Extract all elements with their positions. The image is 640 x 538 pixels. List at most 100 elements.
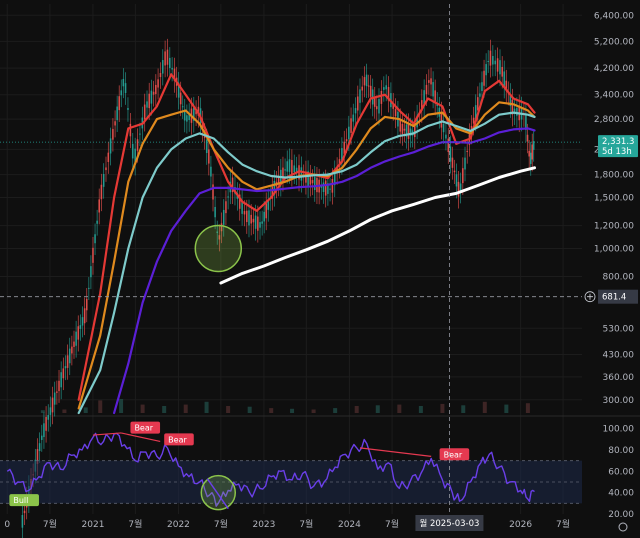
volume-bar (397, 404, 402, 413)
candle-body (21, 514, 24, 528)
candle-body (501, 66, 504, 77)
candle-body (248, 210, 250, 226)
candle-body (245, 210, 248, 223)
candle-body (92, 247, 94, 263)
volume-bar (311, 409, 316, 413)
candle-body (430, 78, 432, 85)
candle-body (309, 175, 312, 185)
y-tick-label: 800.00 (603, 273, 635, 283)
y-tick-label: 4,200.00 (594, 64, 634, 74)
candle-body (49, 407, 52, 415)
candle-body (205, 139, 208, 153)
candle-body (455, 174, 458, 187)
candle-body (526, 134, 529, 142)
candle-body (116, 106, 118, 121)
candle-body (447, 138, 450, 153)
candle-body (481, 82, 483, 92)
candle-body (94, 234, 96, 244)
volume-bar (440, 403, 445, 413)
candle-body (155, 84, 157, 95)
candle-body (62, 368, 65, 379)
candle-body (60, 372, 62, 388)
candle-body (124, 83, 127, 94)
candle-body (365, 74, 368, 87)
candle-body (222, 209, 225, 225)
candle-body (250, 214, 253, 224)
candle-body (118, 96, 121, 111)
candle-body (58, 380, 60, 392)
candle-body (286, 161, 289, 172)
candle-body (329, 188, 331, 190)
candle-body (75, 331, 77, 346)
chart-canvas[interactable]: 6,400.00 5,200.00 4,200.00 3,400.00 2,800.00… (0, 0, 640, 538)
candle-body (442, 123, 445, 133)
candle-body (354, 108, 357, 114)
volume-bar (204, 401, 209, 413)
volume-bar (418, 406, 423, 413)
candle-body (477, 97, 479, 111)
candle-body (179, 92, 182, 105)
candle-body (453, 170, 456, 173)
volume-bar (504, 404, 509, 413)
candle-body (148, 93, 151, 109)
candle-body (425, 84, 428, 95)
volume-bar (333, 408, 338, 413)
candle-body (487, 60, 490, 62)
candle-body (356, 96, 359, 111)
candle-body (146, 101, 148, 108)
candle-body (300, 167, 303, 181)
candle-body (252, 218, 255, 223)
candle-body (79, 325, 82, 329)
candle-body (71, 346, 73, 354)
x-tick-label: 0 (4, 520, 10, 530)
candle-body (363, 77, 366, 86)
volume-bar (525, 403, 530, 413)
candle-body (383, 87, 385, 90)
candle-body (45, 416, 47, 431)
rsi-tick-label: 100.00 (603, 425, 635, 435)
y-tick-label: 6,400.00 (594, 11, 634, 21)
y-tick-label: 5,200.00 (594, 37, 634, 47)
candle-body (449, 146, 452, 162)
candle-body (136, 139, 139, 151)
candle-body (257, 216, 259, 231)
candle-body (166, 49, 169, 65)
candle-body (385, 85, 388, 90)
candle-body (479, 93, 481, 97)
candle-body (129, 123, 132, 137)
candle-body (288, 159, 291, 172)
y-tick-label: 1,500.00 (594, 194, 634, 204)
candle-body (51, 397, 54, 413)
candle-body (516, 107, 518, 116)
candle-body (243, 211, 246, 215)
candle-body (40, 435, 43, 440)
rsi-tick-label: 40.00 (608, 489, 634, 499)
candle-body (451, 157, 454, 168)
candle-body (499, 60, 501, 75)
candle-body (369, 85, 372, 97)
candle-body (464, 157, 466, 170)
candle-body (161, 60, 164, 74)
candle-body (186, 115, 188, 122)
candle-body (152, 91, 155, 95)
volume-bar (62, 409, 67, 413)
x-tick-label: 7월 (43, 518, 57, 530)
candle-body (492, 55, 494, 65)
candle-body (122, 78, 125, 87)
candle-body (225, 201, 227, 214)
x-tick-label: 2023 (252, 520, 275, 530)
candle-body (313, 176, 316, 190)
candle-body (399, 119, 402, 132)
candle-body (394, 109, 397, 117)
candle-body (81, 317, 84, 326)
candle-body (375, 106, 378, 110)
candle-body (489, 50, 492, 66)
candle-body (378, 99, 380, 114)
candle-body (494, 60, 497, 65)
candle-body (254, 215, 257, 229)
candle-body (114, 121, 116, 126)
volume-bar (269, 408, 274, 413)
signal-label-text: Bear (168, 435, 187, 444)
candle-body (483, 70, 485, 86)
signal-label-text: Bear (134, 424, 153, 433)
